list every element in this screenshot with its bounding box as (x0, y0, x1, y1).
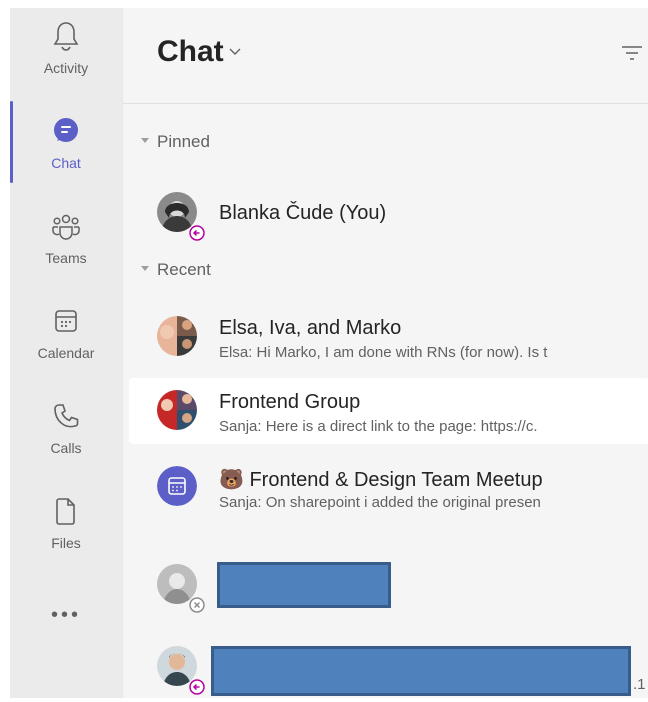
collapse-triangle-icon (141, 266, 149, 272)
chat-name: 🐻 Frontend & Design Team Meetup (219, 469, 543, 491)
app-bar-files[interactable]: Files (10, 483, 122, 573)
out-of-office-status-icon (189, 679, 205, 695)
bell-icon (53, 22, 79, 51)
app-bar-label: Calls (50, 440, 82, 456)
app-bar-label: Calendar (37, 345, 95, 361)
people-group-icon (52, 214, 80, 240)
section-label: Pinned (157, 132, 210, 151)
chat-list-pane: Chat Pinned Blanka Čude (You) Recent Els… (122, 8, 648, 698)
app-bar-calendar[interactable]: Calendar (10, 293, 122, 383)
chat-item-redacted[interactable]: .1 (129, 632, 648, 698)
chat-preview: Sanja: Here is a direct link to the page… (219, 418, 538, 435)
more-apps-button[interactable]: ••• (10, 604, 122, 627)
chat-preview-suffix: .1 (633, 676, 646, 693)
app-bar-label: Files (51, 535, 81, 551)
redaction-box (217, 562, 391, 608)
page-title: Chat (157, 35, 224, 68)
group-avatar (157, 390, 197, 430)
chevron-down-icon[interactable] (227, 44, 243, 60)
section-pinned[interactable]: Pinned (141, 132, 210, 152)
out-of-office-status-icon (189, 225, 205, 241)
chat-name: Frontend Group (219, 391, 361, 413)
section-label: Recent (157, 260, 211, 279)
app-bar-teams[interactable]: Teams (10, 198, 122, 288)
app-bar-calls[interactable]: Calls (10, 388, 122, 478)
chat-preview: Sanja: On sharepoint i added the origina… (219, 494, 541, 511)
meeting-calendar-icon (157, 466, 197, 506)
chat-name: Blanka Čude (You) (219, 202, 387, 224)
app-bar: Activity Chat Teams Calendar Calls Files… (10, 8, 122, 698)
chat-item-blanka[interactable]: Blanka Čude (You) (129, 180, 648, 246)
chat-bubble-icon (54, 118, 78, 142)
section-recent[interactable]: Recent (141, 260, 211, 280)
group-avatar (157, 316, 197, 356)
bear-emoji-icon: 🐻 (219, 469, 244, 491)
collapse-triangle-icon (141, 138, 149, 144)
phone-icon (54, 404, 79, 428)
offline-status-icon (189, 597, 205, 613)
redaction-box (211, 646, 631, 696)
chat-item-group[interactable]: Elsa, Iva, and Marko Elsa: Hi Marko, I a… (129, 304, 648, 370)
filter-icon[interactable] (621, 44, 643, 62)
app-bar-label: Teams (45, 250, 87, 266)
chat-header: Chat (123, 8, 648, 104)
chat-item-frontend-group[interactable]: Frontend Group Sanja: Here is a direct l… (129, 378, 648, 444)
app-bar-label: Activity (43, 60, 89, 76)
app-bar-chat[interactable]: Chat (10, 103, 122, 193)
calendar-icon (55, 310, 77, 332)
chat-preview: Elsa: Hi Marko, I am done with RNs (for … (219, 344, 548, 361)
app-bar-activity[interactable]: Activity (10, 8, 122, 98)
chat-item-redacted[interactable] (129, 552, 648, 618)
chat-item-meetup[interactable]: 🐻 Frontend & Design Team Meetup Sanja: O… (129, 454, 648, 520)
file-icon (56, 498, 75, 525)
app-bar-label: Chat (51, 155, 81, 171)
chat-name: Elsa, Iva, and Marko (219, 317, 402, 339)
